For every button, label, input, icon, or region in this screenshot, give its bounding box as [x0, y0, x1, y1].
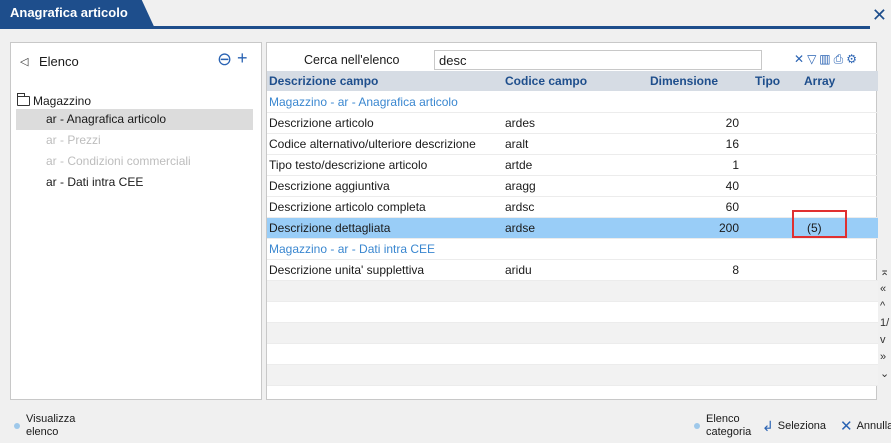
cell-codice: ardse: [505, 221, 536, 235]
settings-icon[interactable]: ⚙: [846, 52, 857, 67]
bullet-icon: [14, 423, 20, 429]
tree-item[interactable]: ar - Anagrafica articolo: [16, 109, 253, 130]
cell-codice: aralt: [505, 137, 529, 151]
page-up-icon[interactable]: ^: [880, 298, 891, 315]
elenco-header: ◁ Elenco ⊖ +: [11, 43, 261, 79]
elenco-categoria-button[interactable]: Elenco categoria: [694, 413, 751, 439]
cell-dimensione: 40: [725, 179, 739, 193]
cell-dimensione: 200: [718, 221, 739, 235]
cell-descrizione: Tipo testo/descrizione articolo: [269, 158, 428, 172]
cell-descrizione: Magazzino - ar - Anagrafica articolo: [269, 95, 458, 109]
tree-item[interactable]: ar - Dati intra CEE: [16, 172, 253, 193]
search-label: Cerca nell'elenco: [304, 53, 400, 67]
first-page-icon[interactable]: ⌅: [880, 264, 891, 281]
fields-panel: Cerca nell'elenco ✕ ▽ ▥ ⎙ ⚙ Descrizione …: [266, 42, 878, 400]
empty-row: [267, 281, 878, 302]
group-row[interactable]: Magazzino - ar - Dati intra CEE: [267, 239, 878, 260]
cell-descrizione: Codice alternativo/ulteriore descrizione: [269, 137, 476, 151]
elenco-categoria-label: Elenco categoria: [706, 413, 752, 438]
tree-item: ar - Condizioni commerciali: [46, 154, 191, 168]
table-row[interactable]: Descrizione articolo ardes 20: [267, 113, 878, 134]
cell-dimensione: 8: [732, 263, 739, 277]
columns-icon[interactable]: ▥: [819, 52, 830, 67]
visualizza-label: Visualizza elenco: [26, 413, 76, 438]
elenco-title: Elenco: [39, 54, 79, 69]
cell-dimensione: 20: [725, 116, 739, 130]
bottom-bar: Visualizza elenco Elenco categoria ↲ Sel…: [0, 405, 891, 443]
table-row[interactable]: Tipo testo/descrizione articolo artde 1: [267, 155, 878, 176]
cell-codice: ardes: [505, 116, 536, 130]
print-icon[interactable]: ⎙: [834, 52, 844, 67]
table-row[interactable]: Descrizione dettagliata ardse 200 (5): [267, 218, 878, 239]
clear-filter-icon[interactable]: ✕: [794, 52, 804, 67]
cell-descrizione: Descrizione unita' supplettiva: [269, 263, 425, 277]
bullet-icon: [694, 423, 700, 429]
empty-row: [267, 365, 878, 386]
header-tipo[interactable]: Tipo: [755, 74, 780, 88]
page-up-fast-icon[interactable]: «: [880, 281, 891, 298]
page-down-fast-icon[interactable]: »: [880, 349, 891, 366]
empty-row: [267, 302, 878, 323]
cell-codice: ardsc: [505, 200, 535, 214]
table-row[interactable]: Codice alternativo/ulteriore descrizione…: [267, 134, 878, 155]
page-down-icon[interactable]: v: [880, 332, 891, 349]
folder-open-icon: [16, 93, 30, 106]
window-title: Anagrafica articolo: [0, 0, 154, 26]
filter-icon[interactable]: ▽: [807, 52, 816, 67]
seleziona-label: Seleziona: [777, 420, 827, 432]
cancel-icon: ✕: [840, 418, 853, 435]
annulla-button[interactable]: ✕ Annulla: [840, 418, 891, 435]
pager-nav: ⌅ « ^ 1/ v » ⌄: [880, 264, 891, 383]
visualizza-elenco-button[interactable]: Visualizza elenco: [14, 413, 75, 439]
cell-codice: aragg: [505, 179, 536, 193]
tree-root-magazzino[interactable]: Magazzino: [16, 93, 92, 108]
table-row[interactable]: Descrizione aggiuntiva aragg 40: [267, 176, 878, 197]
minus-icon[interactable]: ⊖: [217, 49, 232, 70]
cell-descrizione: Magazzino - ar - Dati intra CEE: [269, 242, 436, 256]
title-bar: Anagrafica articolo ✕: [0, 0, 891, 30]
grid-header: Descrizione campo Codice campo Dimension…: [267, 71, 878, 91]
enter-icon: ↲: [762, 418, 774, 434]
header-array[interactable]: Array: [804, 74, 835, 88]
last-page-icon[interactable]: ⌄: [880, 366, 891, 383]
cell-descrizione: Descrizione articolo: [269, 116, 374, 130]
tree-item: ar - Prezzi: [46, 133, 101, 147]
elenco-panel: ◁ Elenco ⊖ + Magazzino ar - Anagrafica a…: [10, 42, 262, 400]
search-input[interactable]: [434, 50, 762, 70]
table-row[interactable]: Descrizione articolo completa ardsc 60: [267, 197, 878, 218]
title-underline: [0, 26, 870, 29]
table-row[interactable]: Descrizione unita' supplettiva aridu 8: [267, 260, 878, 281]
header-descrizione[interactable]: Descrizione campo: [269, 74, 378, 88]
app-window: Anagrafica articolo ✕ ◁ Elenco ⊖ + Magaz…: [0, 0, 891, 443]
cell-descrizione: Descrizione aggiuntiva: [269, 179, 390, 193]
close-icon[interactable]: ✕: [872, 6, 887, 24]
cell-dimensione: 16: [725, 137, 739, 151]
tree-root-label: Magazzino: [33, 94, 92, 108]
cell-dimensione: 1: [732, 158, 739, 172]
empty-row: [267, 344, 878, 365]
annulla-label: Annulla: [856, 420, 891, 432]
empty-row: [267, 323, 878, 344]
header-codice[interactable]: Codice campo: [505, 74, 587, 88]
group-row[interactable]: Magazzino - ar - Anagrafica articolo: [267, 92, 878, 113]
cell-descrizione: Descrizione articolo completa: [269, 200, 426, 214]
cell-descrizione: Descrizione dettagliata: [269, 221, 391, 235]
collapse-left-icon[interactable]: ◁: [20, 55, 28, 68]
cell-codice: aridu: [505, 263, 532, 277]
cell-dimensione: 60: [725, 200, 739, 214]
grid-toolbar: ✕ ▽ ▥ ⎙ ⚙: [794, 52, 857, 67]
seleziona-button[interactable]: ↲ Seleziona: [762, 418, 827, 434]
plus-icon[interactable]: +: [237, 48, 248, 69]
cell-codice: artde: [505, 158, 533, 172]
page-indicator: 1/: [880, 317, 890, 329]
header-dimensione[interactable]: Dimensione: [650, 74, 718, 88]
array-highlight-box: [792, 210, 847, 238]
